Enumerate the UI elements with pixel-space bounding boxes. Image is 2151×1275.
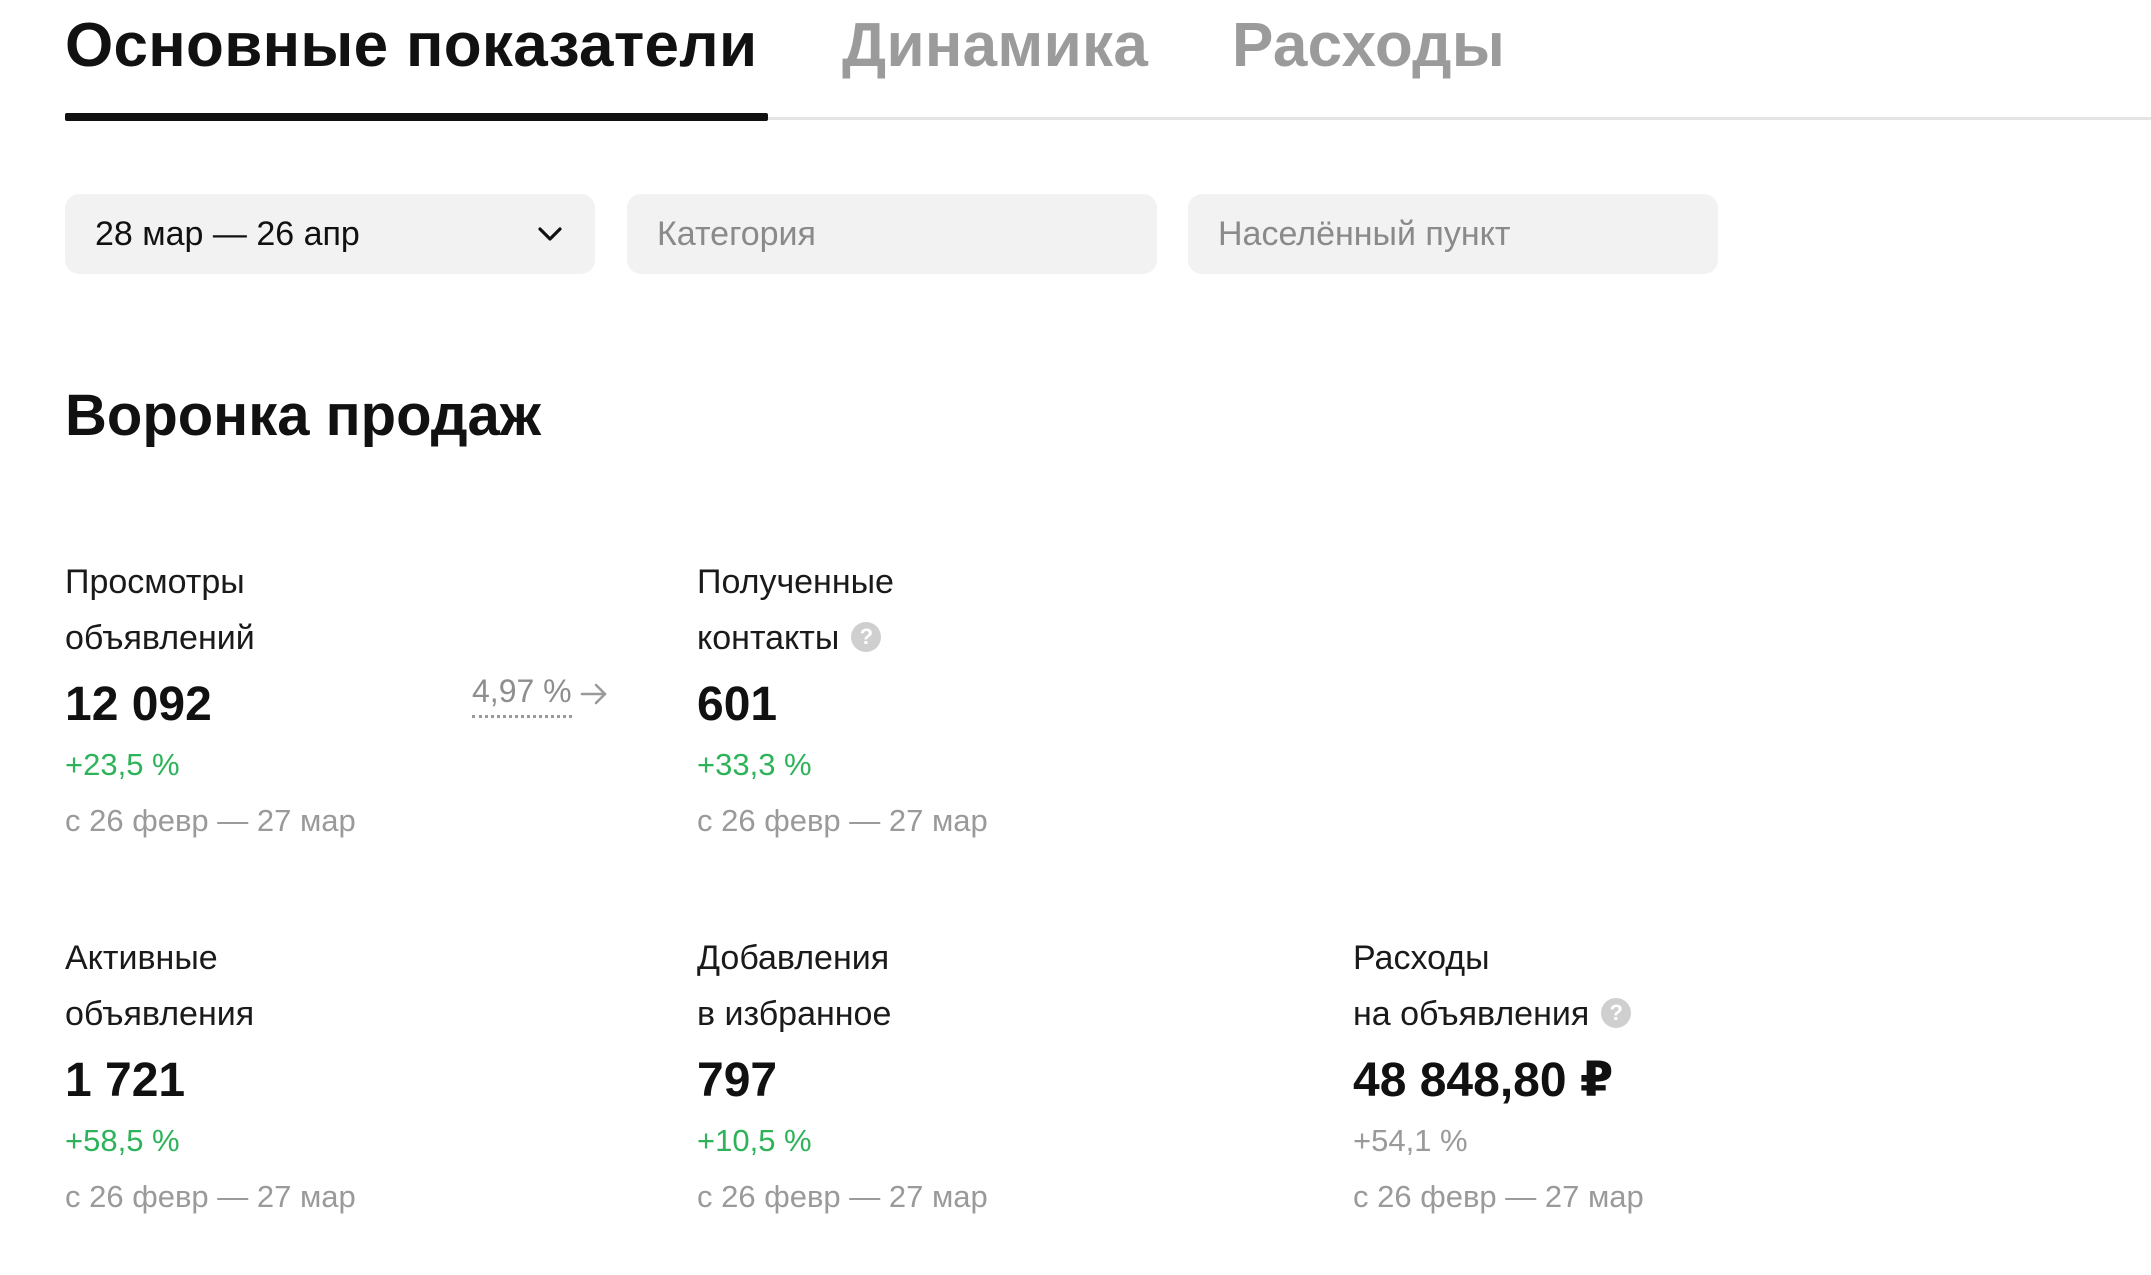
tabs-bar: Основные показатели Динамика Расходы	[0, 0, 2151, 122]
metric-active-ads: Активные объявления 1 721 +58,5 % с 26 ф…	[65, 930, 565, 1222]
metric-label: Активные объявления	[65, 930, 565, 1042]
metric-label-line: Расходы	[1353, 939, 1490, 977]
metric-label: Полученные контакты?	[697, 554, 1197, 666]
metric-label-line: объявлений	[65, 619, 255, 657]
tab-expenses[interactable]: Расходы	[1232, 4, 1505, 88]
metric-label-line: Просмотры	[65, 563, 245, 601]
chevron-down-icon	[535, 219, 565, 249]
question-icon[interactable]: ?	[1601, 998, 1632, 1029]
metric-label: Расходы на объявления?	[1353, 930, 1853, 1042]
metric-label-line: на объявления?	[1353, 986, 1853, 1042]
conversion-rate[interactable]: 4,97 %	[472, 669, 610, 718]
date-range-select[interactable]: 28 мар — 26 апр	[65, 194, 595, 274]
metric-comparison-period: с 26 февр — 27 мар	[697, 803, 988, 838]
metric-label-line: Полученные	[697, 563, 894, 601]
metric-change: +58,5 %	[65, 1123, 180, 1158]
arrow-right-icon	[578, 678, 610, 710]
active-tab-indicator	[65, 113, 768, 121]
metric-comparison-period: с 26 февр — 27 мар	[697, 1179, 988, 1214]
metric-label-line: Добавления	[697, 939, 890, 977]
conversion-value: 4,97 %	[472, 669, 572, 718]
metric-change: +33,3 %	[697, 747, 812, 782]
locality-select[interactable]: Населённый пункт	[1188, 194, 1718, 274]
metric-received-contacts: Полученные контакты? 601 +33,3 % с 26 фе…	[697, 554, 1197, 846]
metric-change: +54,1 %	[1353, 1123, 1468, 1158]
metric-label-line: объявления	[65, 995, 255, 1033]
metric-favorites-added: Добавления в избранное 797 +10,5 % с 26 …	[697, 930, 1197, 1222]
metric-label-text: контакты	[697, 619, 840, 657]
date-range-value: 28 мар — 26 апр	[95, 214, 360, 253]
metric-change: +23,5 %	[65, 747, 180, 782]
category-select[interactable]: Категория	[627, 194, 1157, 274]
tab-main-metrics[interactable]: Основные показатели	[65, 4, 757, 88]
category-placeholder: Категория	[657, 214, 816, 253]
metric-comparison-period: с 26 февр — 27 мар	[65, 1179, 356, 1214]
sales-funnel-title: Воронка продаж	[65, 383, 541, 448]
metric-label: Просмотры объявлений	[65, 554, 565, 666]
metric-label-line: Активные	[65, 939, 218, 977]
locality-placeholder: Населённый пункт	[1218, 214, 1511, 253]
metric-value: 48 848,80 ₽	[1353, 1054, 1614, 1107]
metric-value: 1 721	[65, 1054, 186, 1107]
metric-label-line: контакты?	[697, 610, 1197, 666]
metric-value: 797	[697, 1054, 778, 1107]
metric-label-line: в избранное	[697, 995, 892, 1033]
metric-comparison-period: с 26 февр — 27 мар	[65, 803, 356, 838]
metric-comparison-period: с 26 февр — 27 мар	[1353, 1179, 1644, 1214]
metric-value: 601	[697, 678, 778, 731]
metric-label-text: на объявления	[1353, 995, 1590, 1033]
metric-label: Добавления в избранное	[697, 930, 1197, 1042]
tab-dynamics[interactable]: Динамика	[842, 4, 1148, 88]
metric-ad-spend: Расходы на объявления? 48 848,80 ₽ +54,1…	[1353, 930, 1853, 1222]
metric-change: +10,5 %	[697, 1123, 812, 1158]
question-icon[interactable]: ?	[851, 622, 882, 653]
